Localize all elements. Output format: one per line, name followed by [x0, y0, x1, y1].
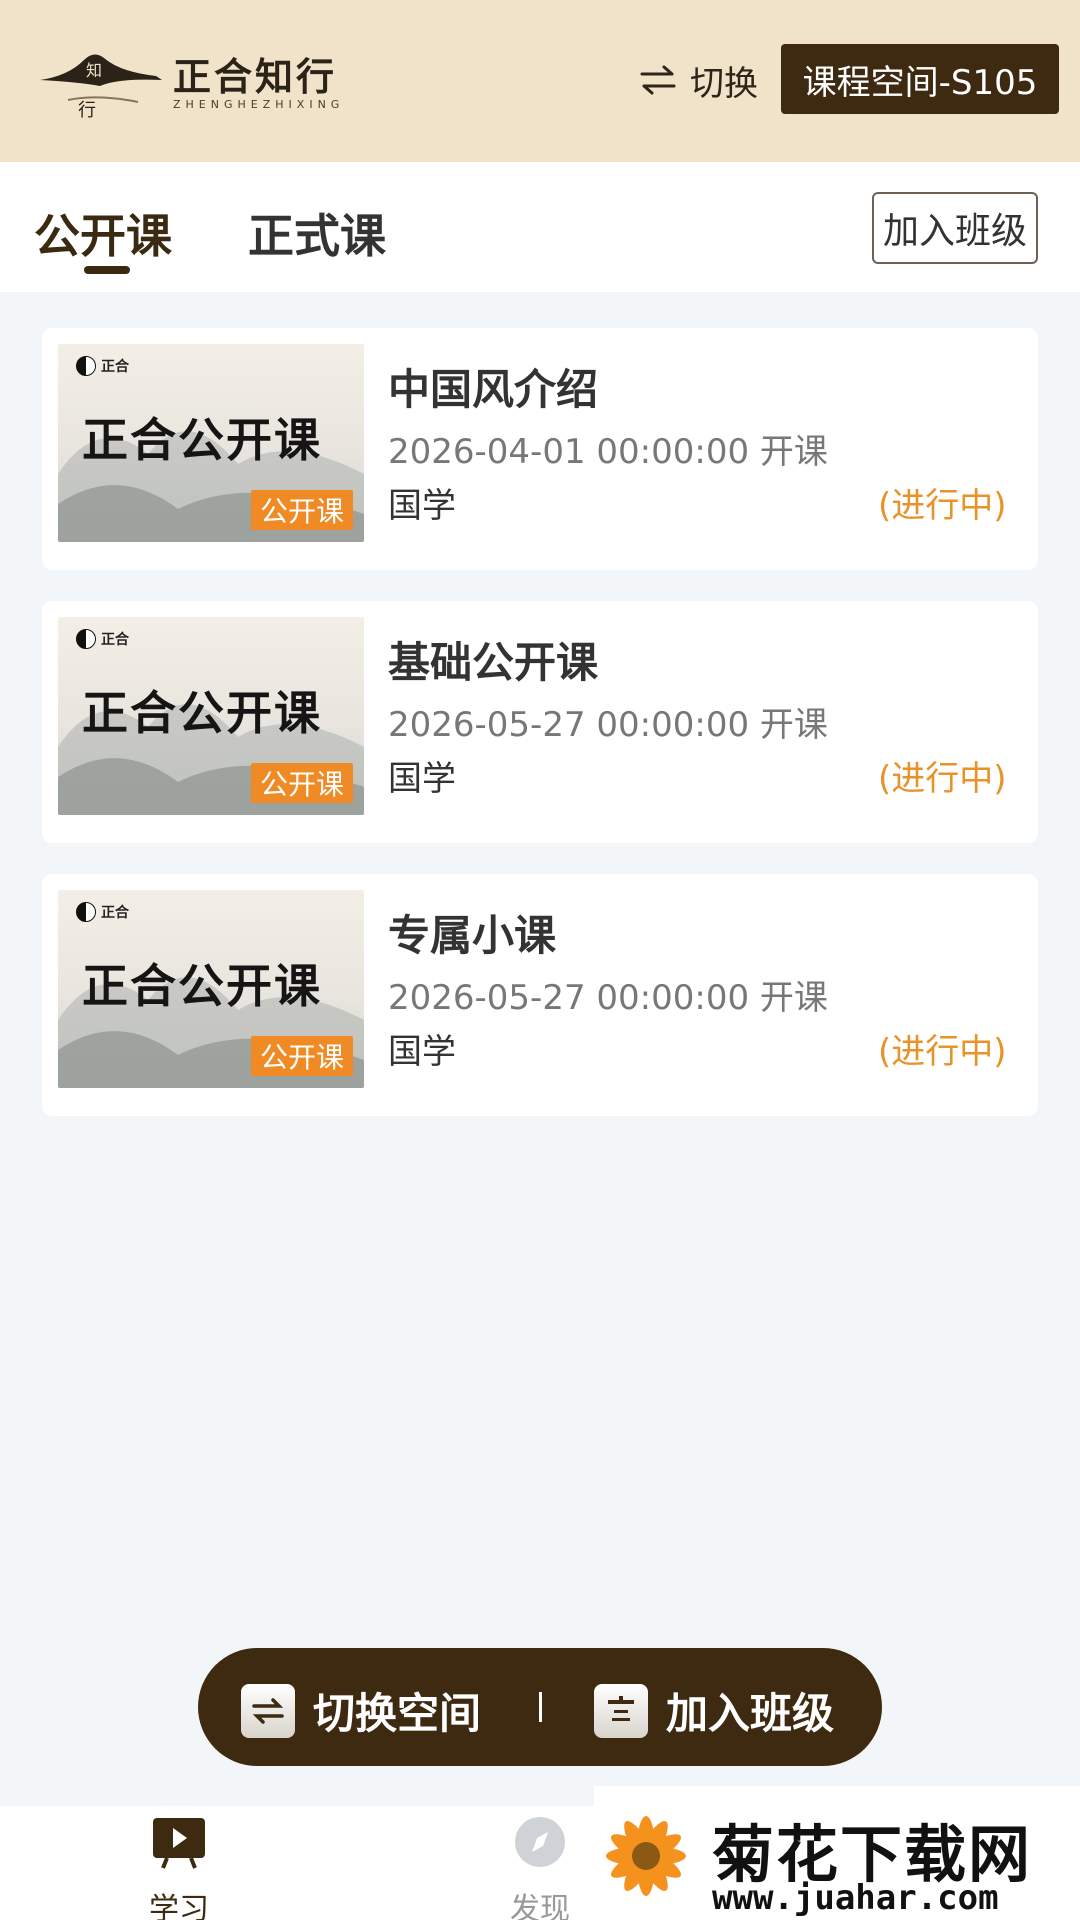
course-category: 国学 — [388, 486, 456, 526]
thumb-brand: 正合 — [76, 356, 129, 376]
course-category: 国学 — [388, 759, 456, 799]
watermark-url: www.juahar.com — [712, 1878, 999, 1918]
join-class-label: 加入班级 — [666, 1689, 835, 1738]
swap-arrows-icon — [640, 65, 676, 95]
switch-space-label: 切换空间 — [313, 1689, 482, 1738]
course-space-badge[interactable]: 课程空间-S105 — [781, 44, 1059, 114]
logo-char-zhi: 知 — [86, 61, 102, 80]
thumb-brand-label: 正合 — [101, 632, 129, 648]
join-class-button[interactable]: 加入班级 — [872, 192, 1038, 264]
join-class-float-button[interactable]: 加入班级 — [594, 1680, 834, 1741]
course-thumbnail: 正合 正合公开课 公开课 — [58, 890, 364, 1088]
course-title: 专属小课 — [388, 911, 557, 960]
course-thumbnail: 正合 正合公开课 公开课 — [58, 617, 364, 815]
switch-icon — [241, 1683, 295, 1738]
course-thumbnail: 正合 正合公开课 公开课 — [58, 344, 364, 542]
mountain-logo-icon: 知 行 — [40, 54, 162, 121]
course-status: (进行中) — [878, 1032, 1007, 1072]
course-card[interactable]: 正合 正合公开课 公开课 中国风介绍 2026-04-01 00:00:00 开… — [42, 328, 1038, 570]
floating-action-bar: 切换空间 加入班级 — [198, 1648, 882, 1766]
logo: 知 行 正合知行 ZHENGHEZHIXING — [38, 42, 368, 122]
nav-learn-label: 学习 — [149, 1892, 209, 1920]
compass-icon — [515, 1817, 565, 1867]
course-tabs: 公开课 正式课 加入班级 — [0, 162, 1080, 292]
switch-label: 切换 — [690, 63, 758, 104]
chrysanthemum-logo-icon — [606, 1816, 686, 1896]
course-title: 中国风介绍 — [388, 365, 599, 414]
course-title: 基础公开课 — [388, 638, 599, 687]
thumb-title: 正合公开课 — [82, 959, 322, 1013]
tab-formal-course[interactable]: 正式课 — [248, 200, 386, 266]
course-start-date: 2026-05-27 00:00:00 开课 — [388, 978, 828, 1018]
logo-title: 正合知行 — [173, 55, 338, 99]
class-board-icon — [594, 1683, 648, 1738]
course-start-date: 2026-04-01 00:00:00 开课 — [388, 432, 828, 472]
thumb-brand: 正合 — [76, 902, 129, 922]
course-category: 国学 — [388, 1032, 456, 1072]
course-status: (进行中) — [878, 759, 1007, 799]
yin-yang-icon — [76, 356, 96, 376]
thumb-brand-label: 正合 — [101, 905, 129, 921]
nav-discover[interactable]: 发现 — [480, 1816, 600, 1920]
nav-learn[interactable]: 学习 — [119, 1816, 239, 1920]
thumb-title: 正合公开课 — [82, 413, 322, 467]
public-course-tag: 公开课 — [251, 490, 353, 530]
switch-space-link[interactable]: 切换 — [640, 58, 758, 104]
course-list: 正合 正合公开课 公开课 中国风介绍 2026-04-01 00:00:00 开… — [42, 328, 1038, 1147]
public-course-tag: 公开课 — [251, 1036, 353, 1076]
course-status: (进行中) — [878, 486, 1007, 526]
yin-yang-icon — [76, 629, 96, 649]
switch-space-button[interactable]: 切换空间 — [241, 1680, 481, 1741]
tab-public-course[interactable]: 公开课 — [34, 200, 172, 266]
logo-char-xing: 行 — [78, 100, 96, 121]
nav-discover-label: 发现 — [510, 1892, 570, 1920]
float-divider — [539, 1692, 542, 1722]
course-card[interactable]: 正合 正合公开课 公开课 专属小课 2026-05-27 00:00:00 开课… — [42, 874, 1038, 1116]
logo-subtitle: ZHENGHEZHIXING — [173, 98, 345, 111]
course-start-date: 2026-05-27 00:00:00 开课 — [388, 705, 828, 745]
active-tab-indicator — [84, 266, 130, 274]
thumb-brand: 正合 — [76, 629, 129, 649]
app-header: 知 行 正合知行 ZHENGHEZHIXING 切换 课程空间-S105 — [0, 0, 1080, 162]
thumb-title: 正合公开课 — [82, 686, 322, 740]
thumb-brand-label: 正合 — [101, 359, 129, 375]
course-card[interactable]: 正合 正合公开课 公开课 基础公开课 2026-05-27 00:00:00 开… — [42, 601, 1038, 843]
public-course-tag: 公开课 — [251, 763, 353, 803]
watermark-banner: 菊花下载网 www.juahar.com — [594, 1786, 1080, 1920]
play-board-icon — [153, 1818, 205, 1869]
yin-yang-icon — [76, 902, 96, 922]
